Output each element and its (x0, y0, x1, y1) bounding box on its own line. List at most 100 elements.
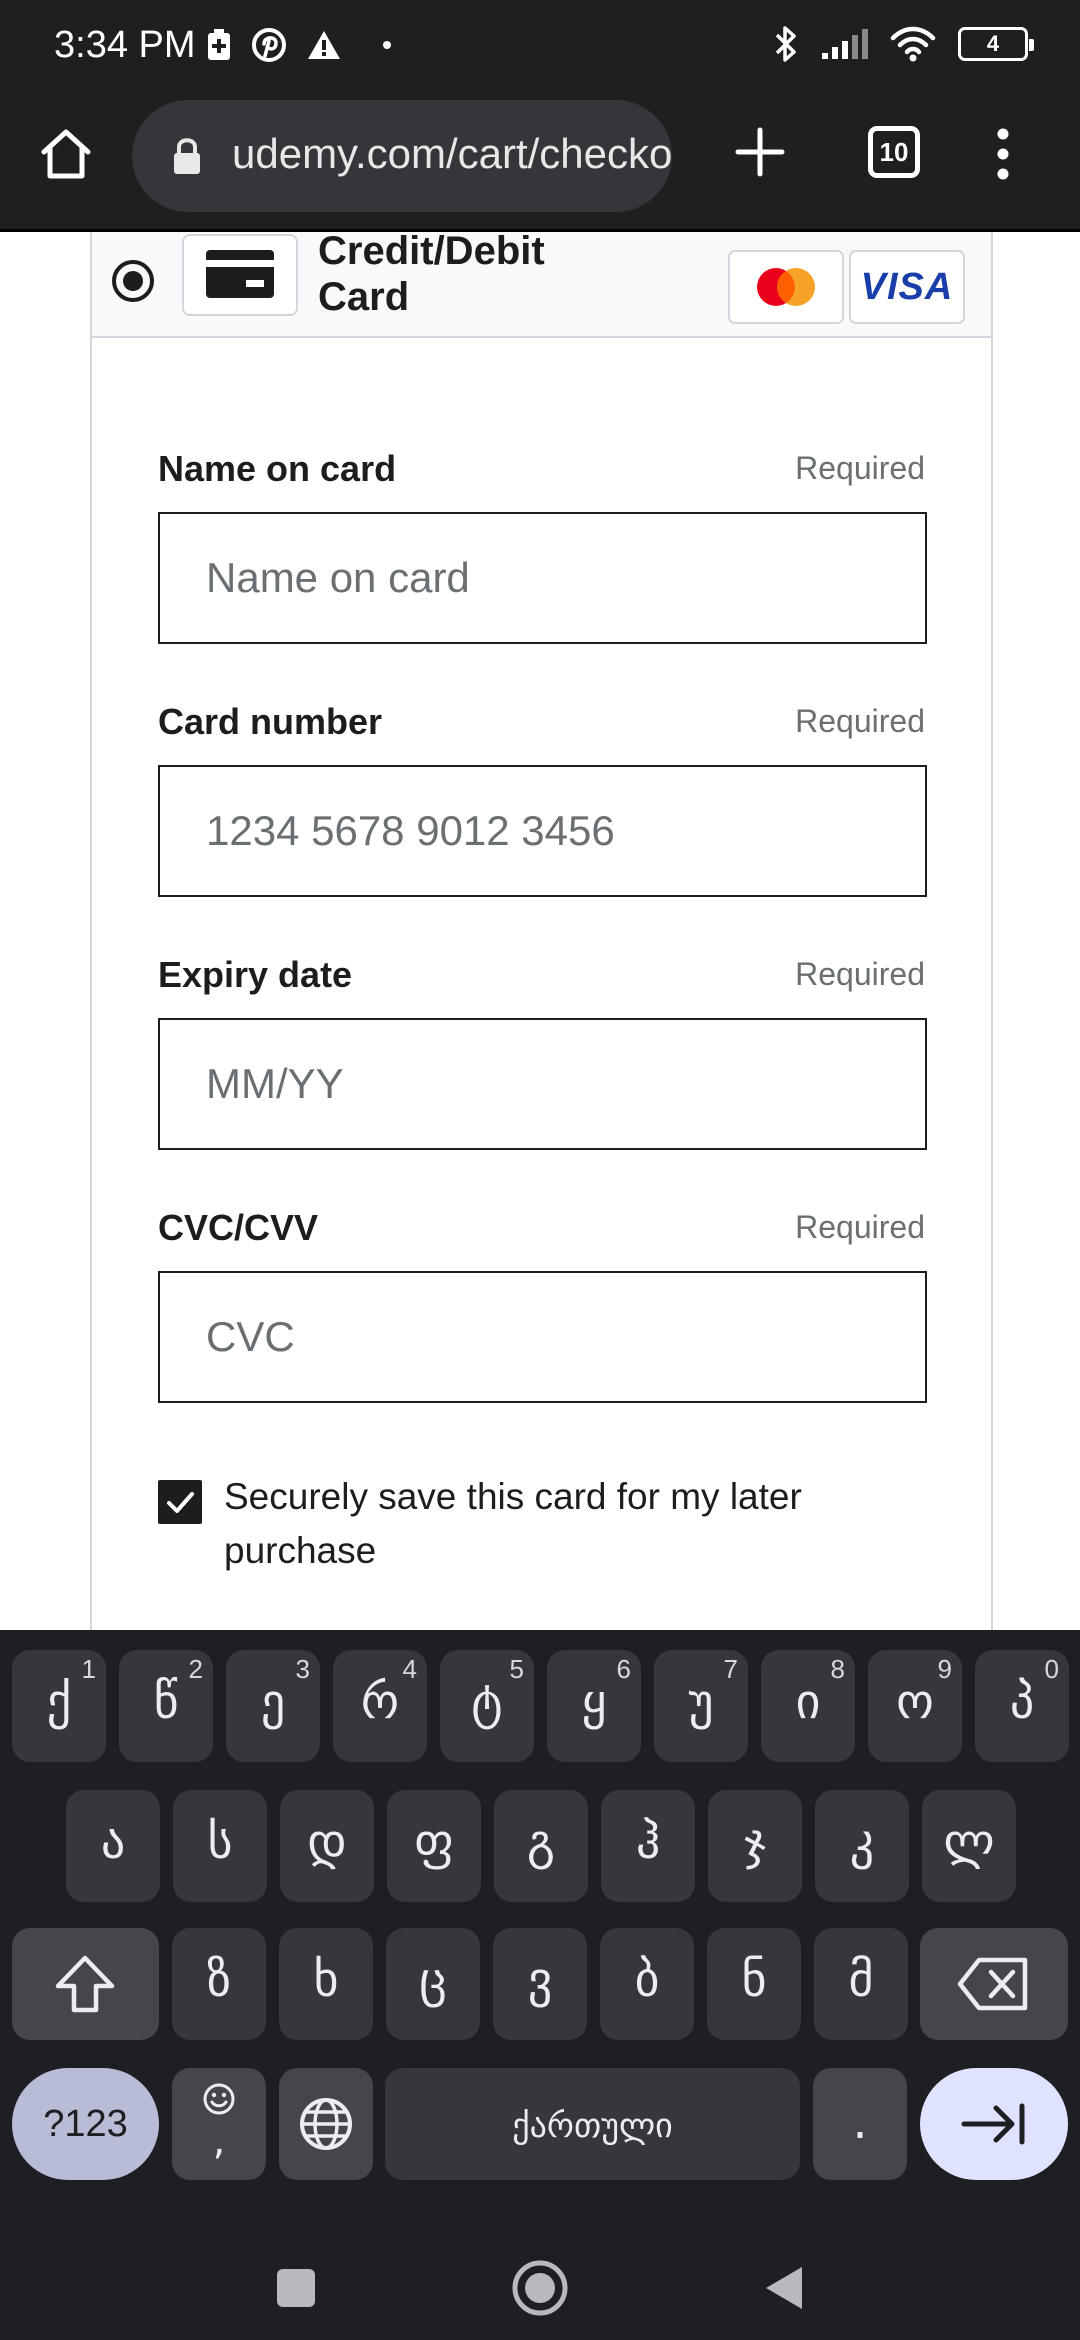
key-row1[interactable]: ქ1 (12, 1650, 106, 1762)
status-time: 3:34 PM (54, 24, 196, 66)
key-row2[interactable]: ა (66, 1790, 160, 1902)
key-row3[interactable]: ბ (600, 1928, 694, 2040)
key-label: ბ (634, 1952, 660, 2008)
key-row1[interactable]: ო9 (868, 1650, 962, 1762)
save-card-label: Securely save this card for my later pur… (224, 1476, 802, 1571)
expiry-date-label: Expiry date (158, 954, 353, 995)
key-row3[interactable]: მ (814, 1928, 908, 2040)
payment-method-radio[interactable] (112, 260, 154, 302)
key-label: ფ (414, 1814, 454, 1870)
more-vert-icon[interactable] (988, 124, 1018, 184)
key-row2[interactable]: ფ (387, 1790, 481, 1902)
period-key[interactable]: . (813, 2068, 907, 2180)
key-row2[interactable]: ჯ (708, 1790, 802, 1902)
key-row3[interactable]: ც (386, 1928, 480, 2040)
checkmark-icon (167, 1492, 194, 1513)
key-hint: 3 (295, 1654, 310, 1684)
period-key-label: . (852, 2094, 868, 2150)
payment-method-header[interactable]: Credit/Debit Card VISA (92, 232, 991, 338)
key-label: გ (527, 1814, 555, 1870)
recents-icon[interactable] (276, 2268, 316, 2308)
cvc-input[interactable] (158, 1271, 927, 1403)
card-number-input[interactable] (158, 765, 927, 897)
battery-icon: 4 (958, 27, 1034, 61)
key-label: მ (848, 1952, 874, 2008)
key-label: ც (419, 1952, 447, 2008)
key-label: დ (307, 1814, 347, 1870)
key-row1[interactable]: უ7 (654, 1650, 748, 1762)
plus-icon[interactable] (730, 122, 790, 182)
payment-method-label-line1: Credit/Debit (318, 232, 545, 273)
key-hint: 0 (1044, 1654, 1059, 1684)
key-row3[interactable]: ვ (493, 1928, 587, 2040)
back-icon[interactable] (764, 2265, 804, 2311)
key-label: ნ (741, 1952, 767, 2008)
name-required-label: Required (795, 450, 925, 486)
backspace-key[interactable] (920, 1928, 1068, 2040)
space-key[interactable]: ქართული (385, 2068, 800, 2180)
save-card-checkbox[interactable] (158, 1480, 202, 1524)
key-label: ხ (313, 1952, 339, 2008)
dot-icon (383, 41, 391, 49)
expiry-date-input[interactable] (158, 1018, 927, 1150)
tabs-icon[interactable]: 10 (868, 126, 920, 178)
emoji-comma-key[interactable]: , (172, 2068, 266, 2180)
key-label: ზ (206, 1952, 232, 2008)
wifi-icon (890, 26, 936, 62)
home-icon[interactable] (36, 124, 96, 184)
payment-method-label: Credit/Debit Card (318, 232, 588, 320)
payment-method-label-line2: Card (318, 275, 410, 319)
key-row1[interactable]: ყ6 (547, 1650, 641, 1762)
key-hint: 6 (616, 1654, 631, 1684)
backspace-icon (957, 1957, 1028, 2011)
key-row1[interactable]: ტ5 (440, 1650, 534, 1762)
key-hint: 7 (723, 1654, 738, 1684)
emoji-icon (203, 2083, 235, 2115)
browser-toolbar: udemy.com/cart/checkout 10 (0, 96, 1080, 232)
shift-icon (55, 1955, 115, 2013)
key-row2[interactable]: ს (173, 1790, 267, 1902)
key-row1[interactable]: ი8 (761, 1650, 855, 1762)
key-label: ს (207, 1814, 233, 1870)
key-label: კ (849, 1814, 875, 1870)
key-hint: 4 (402, 1654, 417, 1684)
symbols-key[interactable]: ?123 (12, 2068, 159, 2180)
key-row2[interactable]: დ (280, 1790, 374, 1902)
key-label: ა (100, 1814, 126, 1870)
key-row1[interactable]: წ2 (119, 1650, 213, 1762)
key-hint: 5 (509, 1654, 524, 1684)
key-row3[interactable]: ნ (707, 1928, 801, 2040)
soft-keyboard: ?123 , ქართული . ქ1წ2ე3რ4ტ5ყ6უ7ი8ო9პ0 ა ს დ… (0, 1630, 1080, 2222)
payment-method-card: Credit/Debit Card VISA Name on card Requ… (90, 232, 993, 1630)
name-on-card-input[interactable] (158, 512, 927, 644)
checkout-content: Credit/Debit Card VISA Name on card Requ… (0, 232, 1080, 1630)
key-label: ჰ (635, 1814, 661, 1870)
key-row1[interactable]: რ4 (333, 1650, 427, 1762)
language-key[interactable] (279, 2068, 373, 2180)
key-row2[interactable]: გ (494, 1790, 588, 1902)
key-row1[interactable]: პ0 (975, 1650, 1069, 1762)
key-row2[interactable]: კ (815, 1790, 909, 1902)
key-row2[interactable]: ჰ (601, 1790, 695, 1902)
bluetooth-icon (775, 26, 796, 62)
expiry-required-label: Required (795, 956, 925, 992)
key-row1[interactable]: ე3 (226, 1650, 320, 1762)
card-number-label: Card number (158, 701, 383, 742)
home-circle-icon[interactable] (511, 2259, 569, 2317)
key-row3[interactable]: ხ (279, 1928, 373, 2040)
cvc-required-label: Required (795, 1209, 925, 1245)
card-number-required-label: Required (795, 703, 925, 739)
status-right-icons: 4 (774, 24, 1034, 64)
key-row2[interactable]: ლ (922, 1790, 1016, 1902)
key-hint: 2 (188, 1654, 203, 1684)
address-bar[interactable]: udemy.com/cart/checkout (132, 100, 672, 212)
status-bar: 3:34 PM 4 (0, 0, 1080, 96)
lock-icon (174, 138, 200, 174)
key-row3[interactable]: ზ (172, 1928, 266, 2040)
status-left-icons (206, 28, 394, 62)
name-on-card-label: Name on card (158, 448, 397, 489)
shift-key[interactable] (12, 1928, 159, 2040)
tab-next-key[interactable] (920, 2068, 1068, 2180)
visa-text: VISA (860, 266, 954, 308)
key-label: ლ (943, 1814, 995, 1870)
